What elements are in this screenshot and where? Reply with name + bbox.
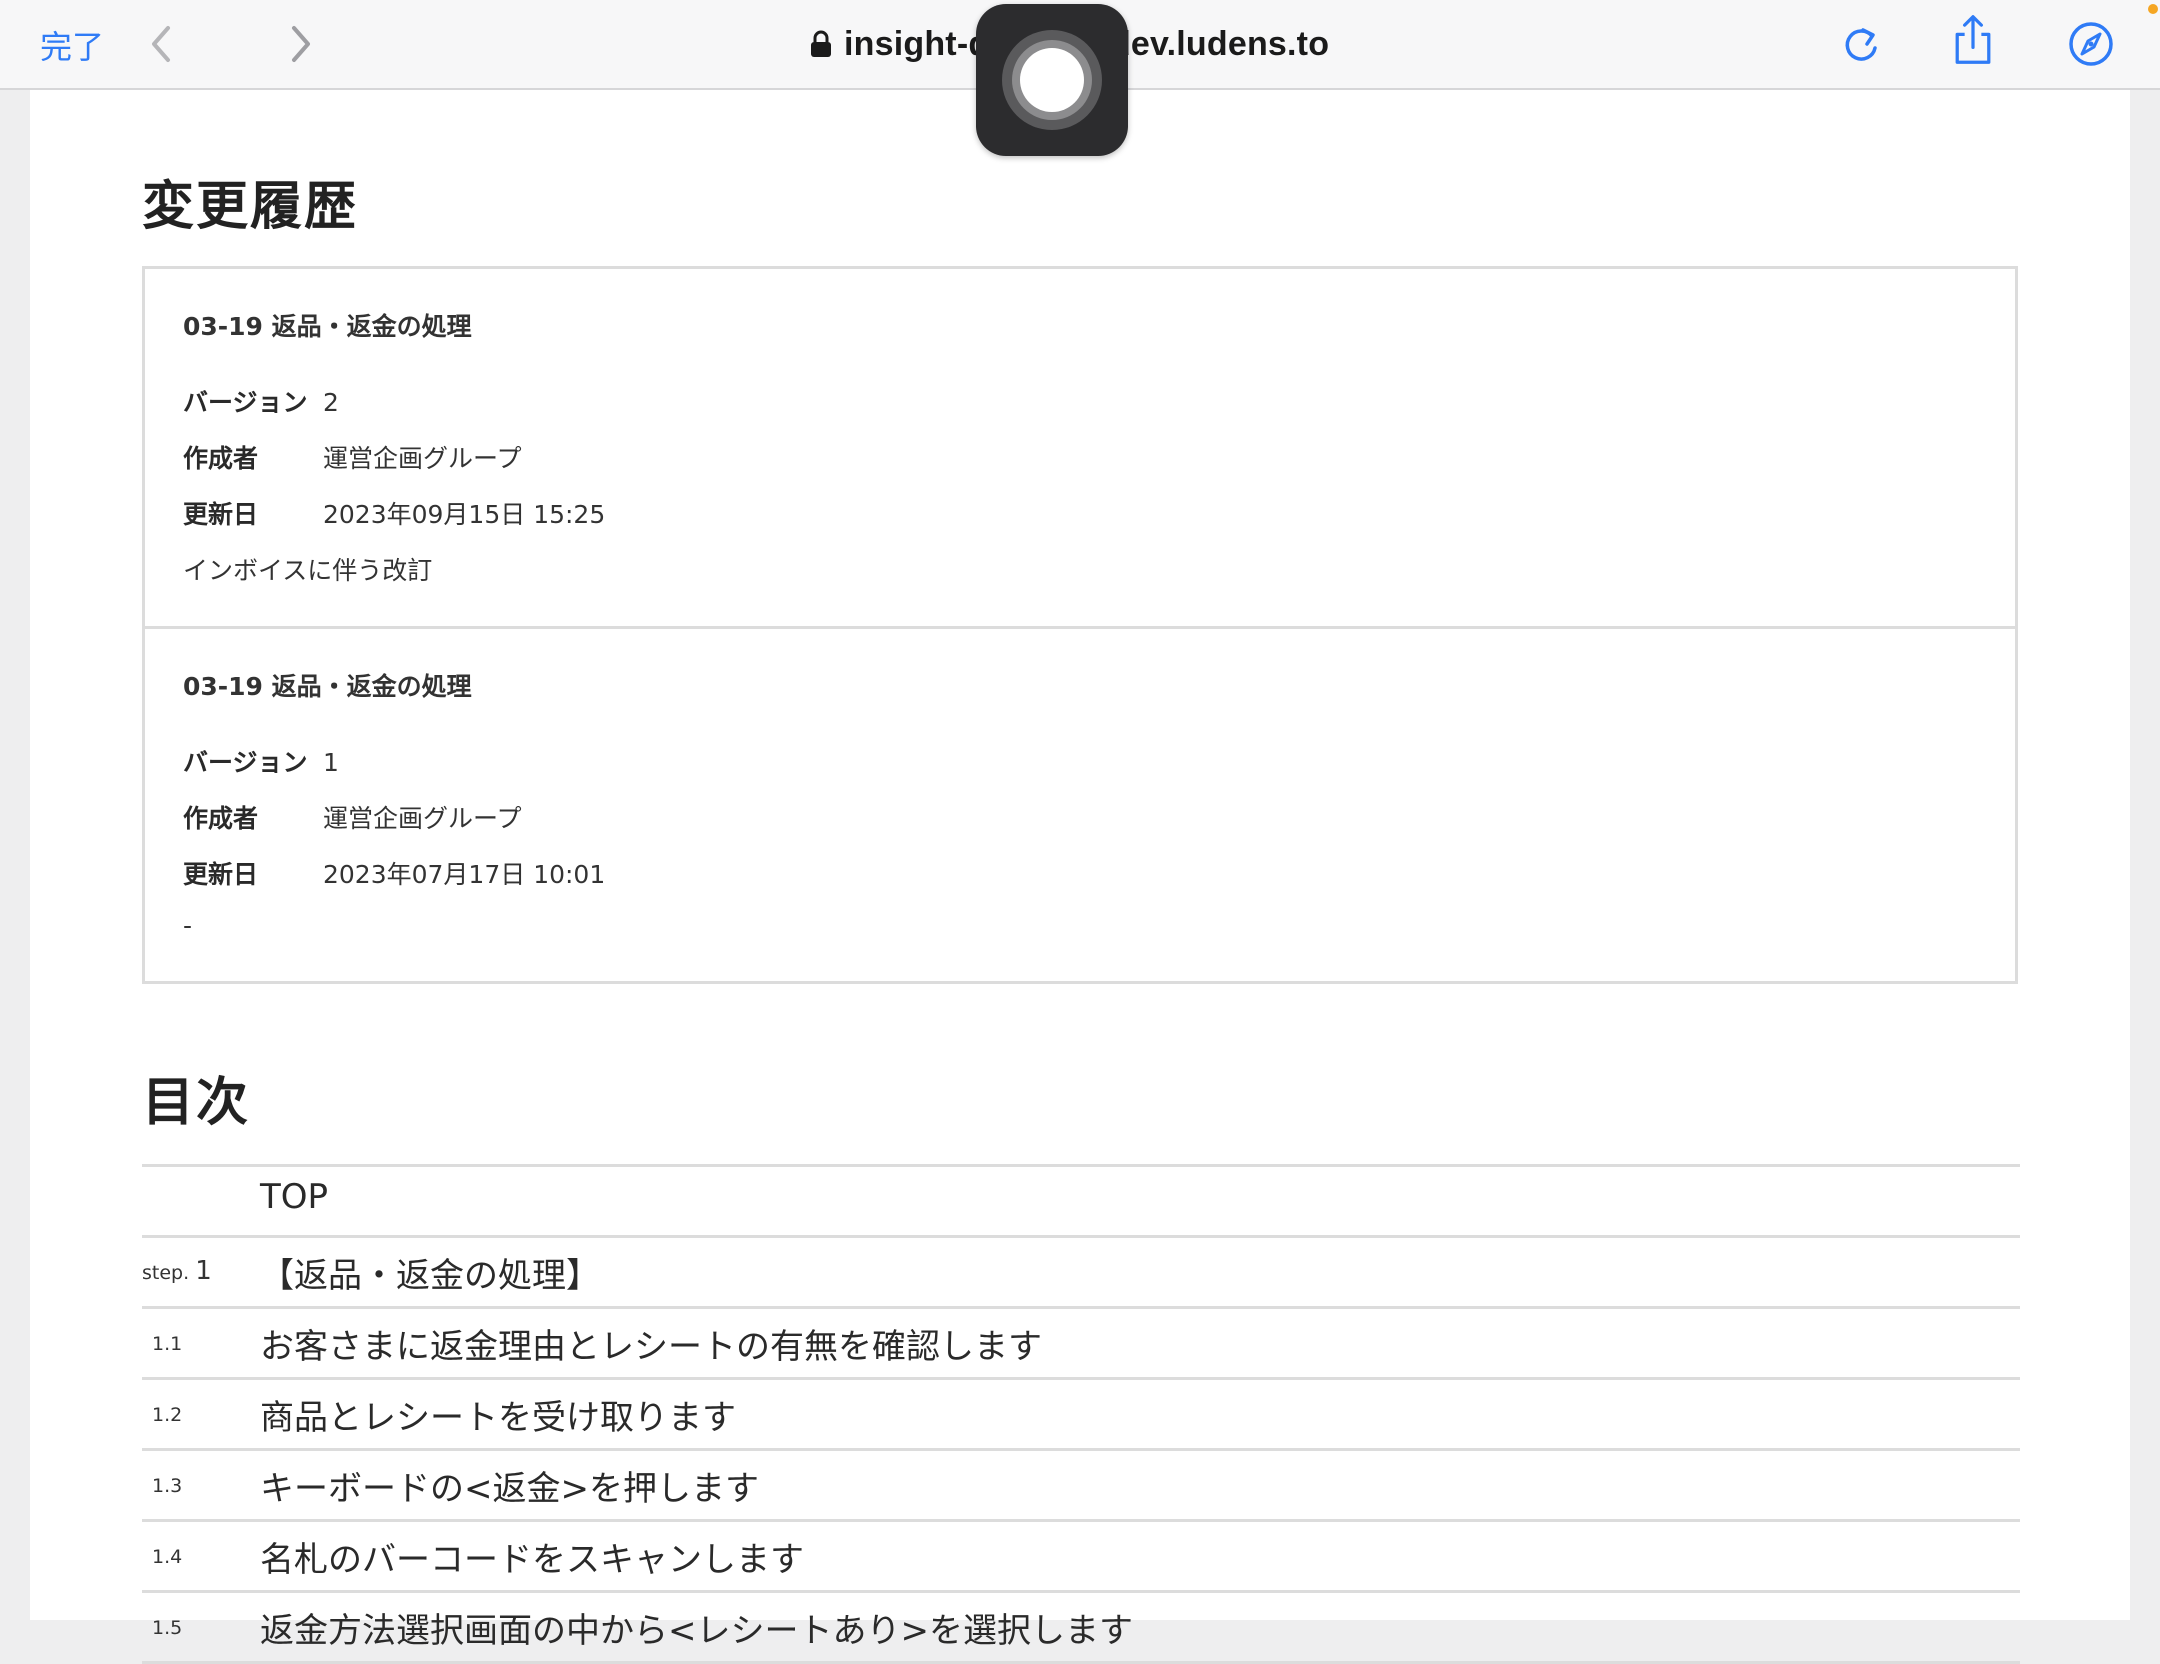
- toc-item-label: 【返品・返金の処理】: [260, 1256, 600, 1296]
- table-of-contents: TOP step. 1 【返品・返金の処理】 1.1 お客さまに返金理由とレシー…: [142, 1164, 2020, 1664]
- author-value: 運営企画グループ: [323, 444, 522, 473]
- toc-item-number: 1.5: [152, 1617, 183, 1639]
- updated-value: 2023年07月17日 10:01: [323, 860, 606, 889]
- entry-title: 03-19 返品・返金の処理: [183, 672, 472, 701]
- author-row: 作成者 運営企画グループ: [183, 439, 522, 475]
- toc-heading: 目次: [142, 1073, 251, 1133]
- toc-item-label: 商品とレシートを受け取ります: [260, 1398, 736, 1438]
- entry-note: -: [183, 911, 193, 940]
- lock-icon: [811, 30, 831, 57]
- chevron-right-icon[interactable]: [280, 20, 320, 68]
- history-entry: 03-19 返品・返金の処理 バージョン 1 作成者 運営企画グループ 更新日 202…: [145, 626, 2015, 986]
- updated-label: 更新日: [183, 860, 259, 889]
- share-icon[interactable]: [1948, 14, 1998, 66]
- author-label: 作成者: [183, 804, 259, 833]
- version-value: 2: [323, 388, 339, 417]
- toc-item[interactable]: 1.3 キーボードの<返金>を押します: [142, 1451, 2020, 1522]
- entry-note: インボイスに伴う改訂: [183, 556, 433, 585]
- compass-icon[interactable]: [2066, 18, 2116, 70]
- assistive-touch-button[interactable]: [976, 4, 1128, 156]
- updated-row: 更新日 2023年07月17日 10:01: [183, 855, 605, 891]
- toc-item[interactable]: 1.4 名札のバーコードをスキャンします: [142, 1522, 2020, 1593]
- toc-step-number: step. 1: [142, 1256, 212, 1286]
- reload-icon[interactable]: [1836, 18, 1886, 70]
- version-row: バージョン 1: [183, 743, 339, 779]
- version-value: 1: [323, 748, 339, 777]
- updated-label: 更新日: [183, 500, 259, 529]
- author-label: 作成者: [183, 444, 259, 473]
- updated-value: 2023年09月15日 15:25: [323, 500, 606, 529]
- author-row: 作成者 運営企画グループ: [183, 799, 522, 835]
- recording-indicator-dot: [2148, 4, 2158, 14]
- author-value: 運営企画グループ: [323, 804, 522, 833]
- toc-item-number: 1.3: [152, 1475, 183, 1497]
- toc-item-label: お客さまに返金理由とレシートの有無を確認します: [260, 1327, 1042, 1367]
- toc-item-number: 1.2: [152, 1404, 183, 1426]
- toc-item[interactable]: 1.5 返金方法選択画面の中から<レシートあり>を選択します: [142, 1593, 2020, 1664]
- toc-item[interactable]: 1.1 お客さまに返金理由とレシートの有無を確認します: [142, 1309, 2020, 1380]
- entry-title: 03-19 返品・返金の処理: [183, 312, 472, 341]
- page-content: 変更履歴 03-19 返品・返金の処理 バージョン 2 作成者 運営企画グループ 更…: [30, 90, 2130, 1664]
- toc-item-number: 1.4: [152, 1546, 183, 1568]
- toc-item-label: TOP: [260, 1177, 329, 1217]
- chevron-left-icon[interactable]: [142, 20, 182, 68]
- toc-item[interactable]: 1.2 商品とレシートを受け取ります: [142, 1380, 2020, 1451]
- history-list: 03-19 返品・返金の処理 バージョン 2 作成者 運営企画グループ 更新日 202…: [142, 266, 2018, 984]
- version-label: バージョン: [183, 388, 308, 417]
- toc-item-step-1[interactable]: step. 1 【返品・返金の処理】: [142, 1238, 2020, 1309]
- toc-item-number: 1.1: [152, 1333, 183, 1355]
- history-heading: 変更履歴: [142, 177, 359, 237]
- toc-item-top[interactable]: TOP: [142, 1167, 2020, 1238]
- version-label: バージョン: [183, 748, 308, 777]
- toc-item-label: キーボードの<返金>を押します: [260, 1469, 759, 1509]
- done-button[interactable]: 完了: [40, 22, 104, 68]
- updated-row: 更新日 2023年09月15日 15:25: [183, 495, 605, 531]
- history-entry: 03-19 返品・返金の処理 バージョン 2 作成者 運営企画グループ 更新日 202…: [145, 269, 2015, 626]
- toc-item-label: 名札のバーコードをスキャンします: [260, 1540, 804, 1580]
- toc-item-label: 返金方法選択画面の中から<レシートあり>を選択します: [260, 1611, 1133, 1651]
- version-row: バージョン 2: [183, 383, 339, 419]
